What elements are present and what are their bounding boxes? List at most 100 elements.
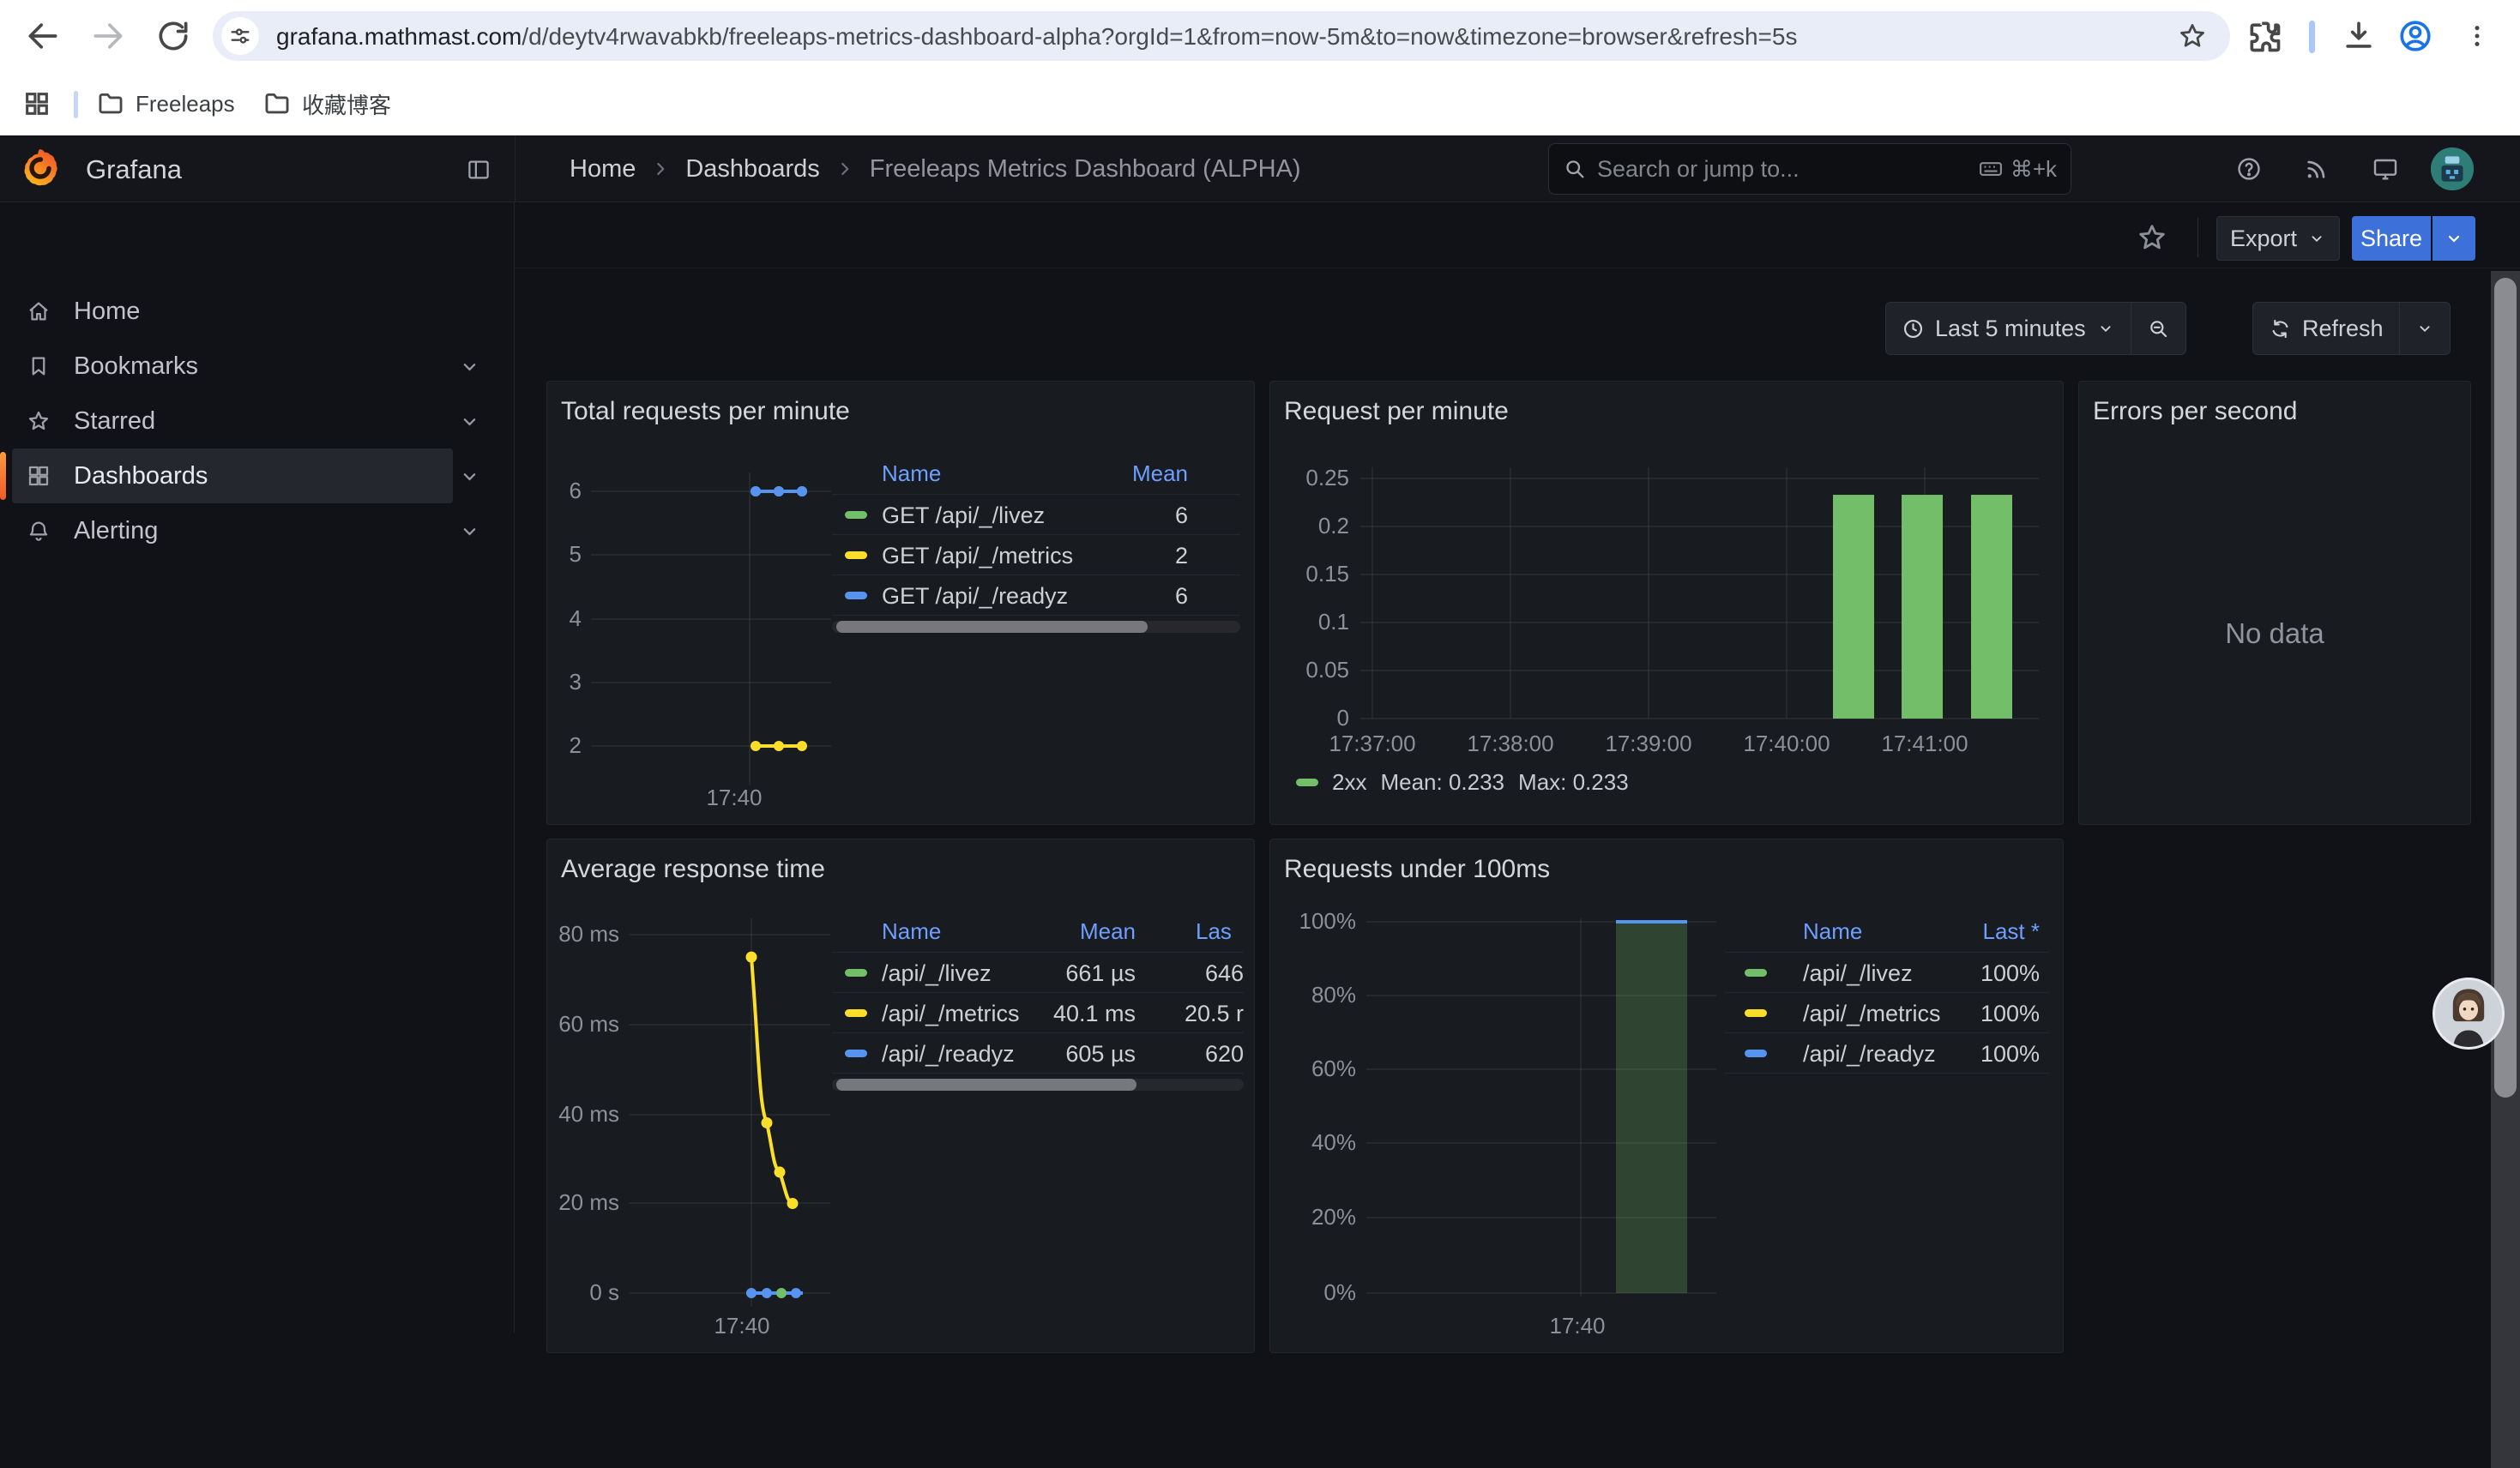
site-info-icon[interactable] <box>221 17 259 55</box>
y-axis-tick: 0.15 <box>1269 561 1349 587</box>
legend-header-col2[interactable]: Mean <box>999 460 1188 487</box>
series-color-dash <box>1745 1009 1767 1017</box>
x-axis-tick: 17:40 <box>657 785 811 811</box>
sidebar-item-home[interactable]: Home <box>0 284 515 339</box>
bookmark-folder-freeleaps[interactable]: Freeleaps <box>96 87 235 120</box>
grafana-logo[interactable] <box>19 147 62 191</box>
y-axis-tick: 0.05 <box>1269 657 1349 683</box>
extensions-icon[interactable] <box>2246 17 2283 55</box>
panel-avg-response-time: Average response time80 ms60 ms40 ms20 m… <box>546 839 1255 1353</box>
bookmark-label: Freeleaps <box>136 91 235 117</box>
chevron-down-icon <box>2307 229 2326 248</box>
legend-row[interactable]: /api/_/metrics40.1 ms20.5 r <box>832 992 1244 1032</box>
help-icon[interactable] <box>2235 155 2263 183</box>
bell-icon <box>26 518 51 544</box>
legend-header-name[interactable]: Name <box>882 918 941 945</box>
monitor-icon[interactable] <box>2372 155 2399 183</box>
series-color-dash <box>845 511 867 519</box>
clock-icon <box>1902 317 1925 340</box>
sidebar-item-starred[interactable]: Starred <box>0 394 515 448</box>
scrollbar-thumb[interactable] <box>2494 278 2517 1098</box>
share-button[interactable]: Share <box>2352 216 2431 261</box>
sidebar-nav: HomeBookmarksStarredDashboardsAlerting <box>0 202 515 1333</box>
breadcrumb-item[interactable]: Dashboards <box>685 155 819 184</box>
x-axis-tick: 17:40:00 <box>1709 731 1864 757</box>
series-color-dash <box>1745 969 1767 977</box>
y-axis-tick: 5 <box>546 541 582 568</box>
legend-row[interactable]: /api/_/livez661 µs646 <box>832 952 1244 992</box>
legend-row[interactable]: /api/_/metrics100% <box>1725 992 2049 1032</box>
user-avatar[interactable] <box>2431 147 2474 190</box>
x-axis-tick: 17:38:00 <box>1433 731 1588 757</box>
share-menu-button[interactable] <box>2433 216 2475 261</box>
sidebar-item-dashboards[interactable]: Dashboards <box>0 448 515 503</box>
y-axis-tick: 80 ms <box>546 921 619 948</box>
series-color-dash <box>845 969 867 977</box>
legend-row[interactable]: GET /api/_/livez6 <box>832 494 1240 534</box>
url-bar[interactable]: grafana.mathmast.com/d/deytv4rwavabkb/fr… <box>213 11 2230 61</box>
refresh-icon <box>2269 317 2292 340</box>
apps-grid-icon[interactable] <box>22 87 51 120</box>
back-icon[interactable] <box>24 17 62 55</box>
sidebar-item-alerting[interactable]: Alerting <box>0 503 515 558</box>
chevron-down-icon[interactable] <box>458 520 481 543</box>
favorite-star-icon[interactable] <box>2136 221 2168 254</box>
sidebar-item-label: Home <box>74 284 140 339</box>
chevron-down-icon[interactable] <box>458 355 481 378</box>
export-button[interactable]: Export <box>2216 216 2340 261</box>
legend-row[interactable]: /api/_/readyz605 µs620 <box>832 1032 1244 1073</box>
y-axis-tick: 60 ms <box>546 1011 619 1038</box>
legend-scrollbar-thumb[interactable] <box>836 621 1148 633</box>
brand-title[interactable]: Grafana <box>86 154 182 185</box>
reload-icon[interactable] <box>154 17 192 55</box>
floating-assistant-avatar[interactable] <box>2433 978 2505 1050</box>
chevron-down-icon <box>2415 319 2434 338</box>
y-axis-tick: 0 <box>1269 705 1349 731</box>
panel-toggle-icon[interactable] <box>466 157 491 183</box>
legend-series-name[interactable]: 2xx <box>1332 769 1366 796</box>
zoom-out-button[interactable] <box>2131 303 2185 354</box>
news-rss-icon[interactable] <box>2303 155 2330 183</box>
refresh-button[interactable]: Refresh <box>2253 303 2399 354</box>
search-input[interactable]: Search or jump to... ⌘+k <box>1548 143 2071 195</box>
legend-row[interactable]: /api/_/livez100% <box>1725 952 2049 992</box>
legend-header-col3[interactable]: Las <box>1196 918 1232 945</box>
refresh-interval-button[interactable] <box>2399 303 2450 354</box>
menu-kebab-icon[interactable] <box>2463 17 2491 55</box>
bookmark-star-icon[interactable] <box>2177 21 2208 51</box>
breadcrumb-item[interactable]: Home <box>570 155 636 184</box>
bookmarks-bar: Freeleaps 收藏博客 <box>0 72 2520 135</box>
x-axis-tick: 17:37:00 <box>1295 731 1450 757</box>
download-icon[interactable] <box>2340 17 2378 55</box>
forward-icon[interactable] <box>89 17 127 55</box>
legend-row[interactable]: GET /api/_/readyz6 <box>832 575 1240 615</box>
legend-row[interactable]: GET /api/_/metrics2 <box>832 534 1240 575</box>
breadcrumb-chevron-icon <box>649 158 672 180</box>
time-range-picker[interactable]: Last 5 minutes <box>1886 303 2131 354</box>
legend-max: Max: 0.233 <box>1518 769 1629 796</box>
search-placeholder: Search or jump to... <box>1597 156 1968 183</box>
toolbar-separator <box>2309 21 2315 53</box>
y-axis-tick: 0.2 <box>1269 513 1349 539</box>
legend-row[interactable]: /api/_/readyz100% <box>1725 1032 2049 1073</box>
chevron-down-icon[interactable] <box>458 465 481 488</box>
page-scrollbar[interactable] <box>2491 271 2520 1468</box>
url-text[interactable]: grafana.mathmast.com/d/deytv4rwavabkb/fr… <box>276 23 1797 51</box>
chevron-down-icon[interactable] <box>458 410 481 433</box>
y-axis-tick: 0% <box>1269 1279 1356 1306</box>
series-color-dash <box>845 592 867 599</box>
legend-header-col2[interactable]: Mean <box>947 918 1136 945</box>
profile-icon[interactable] <box>2396 17 2434 55</box>
y-axis-tick: 2 <box>546 732 582 759</box>
legend-scrollbar-thumb[interactable] <box>836 1079 1136 1091</box>
legend-header-col2[interactable]: Last * <box>1851 918 2040 945</box>
y-axis-tick: 40 ms <box>546 1101 619 1128</box>
y-axis-tick: 3 <box>546 669 582 695</box>
home-icon <box>26 298 51 324</box>
y-axis-tick: 80% <box>1269 982 1356 1008</box>
legend-header-name[interactable]: Name <box>882 460 941 487</box>
grid-icon <box>26 463 51 489</box>
bookmark-folder-blogs[interactable]: 收藏博客 <box>262 87 391 120</box>
time-range-label: Last 5 minutes <box>1935 316 2086 342</box>
sidebar-item-bookmarks[interactable]: Bookmarks <box>0 339 515 394</box>
